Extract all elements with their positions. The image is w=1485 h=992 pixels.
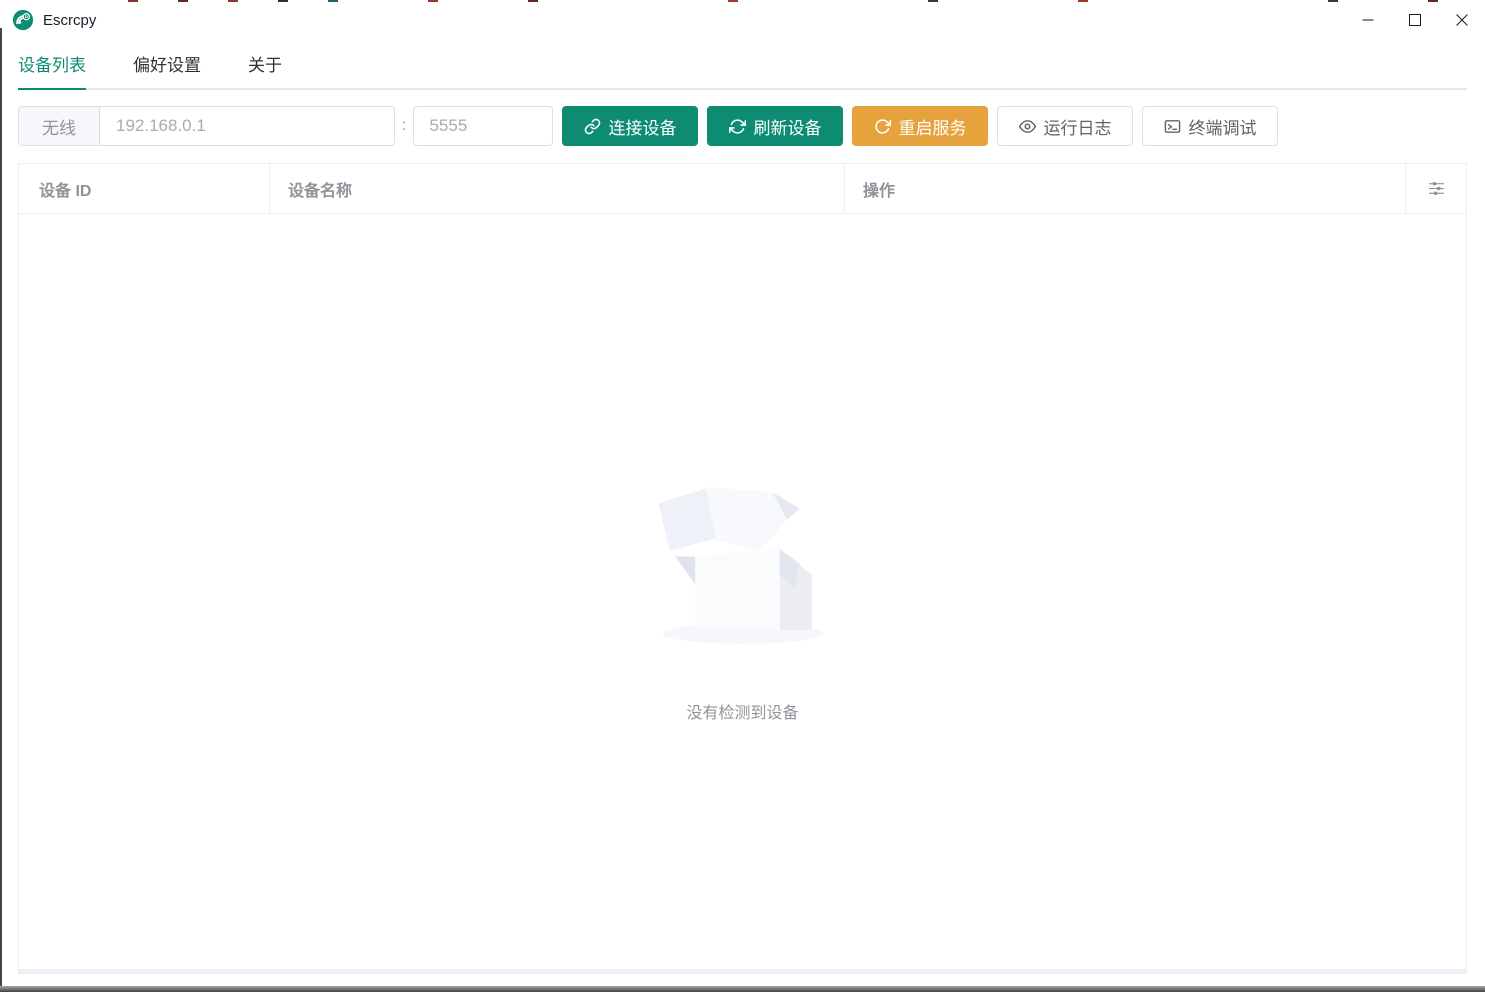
connect-device-label: 连接设备 (608, 114, 676, 139)
minimize-icon (1362, 14, 1374, 26)
device-table-header: 设备 ID 设备名称 操作 (19, 164, 1466, 214)
maximize-button[interactable] (1391, 0, 1438, 40)
address-input-group: 无线 (18, 106, 395, 146)
device-table: 设备 ID 设备名称 操作 (18, 163, 1467, 974)
column-header-device-id: 设备 ID (19, 164, 269, 213)
device-table-body: 没有检测到设备 (19, 214, 1466, 973)
tab-preferences[interactable]: 偏好设置 (133, 44, 201, 88)
maximize-icon (1409, 14, 1421, 26)
window-controls (1344, 0, 1485, 40)
refresh-devices-button[interactable]: 刷新设备 (707, 106, 843, 146)
sliders-icon (1428, 180, 1445, 197)
empty-box-illustration (642, 464, 844, 649)
column-header-device-name: 设备名称 (269, 164, 844, 213)
tab-about[interactable]: 关于 (248, 44, 282, 88)
restart-service-label: 重启服务 (898, 114, 966, 139)
terminal-icon (1164, 118, 1181, 135)
app-title: Escrcpy (43, 12, 96, 29)
connect-device-button[interactable]: 连接设备 (562, 106, 698, 146)
run-logs-button[interactable]: 运行日志 (997, 106, 1133, 146)
titlebar: Escrcpy (0, 0, 1485, 40)
host-address-input[interactable] (100, 107, 394, 145)
terminal-debug-label: 终端调试 (1188, 114, 1256, 139)
restart-icon (874, 118, 891, 135)
taskbar-sliver-bottom (0, 986, 1485, 992)
minimize-button[interactable] (1344, 0, 1391, 40)
connection-toolbar: 无线 : 连接设备 刷新设备 重启服务 运行日志 (18, 106, 1467, 146)
tab-device-list[interactable]: 设备列表 (18, 44, 86, 88)
link-icon (584, 118, 601, 135)
terminal-debug-button[interactable]: 终端调试 (1142, 106, 1278, 146)
app-logo-icon (12, 9, 34, 31)
column-header-actions: 操作 (844, 164, 1405, 213)
column-settings-button[interactable] (1405, 164, 1466, 213)
refresh-devices-label: 刷新设备 (753, 114, 821, 139)
port-input[interactable] (413, 106, 553, 146)
tab-bar: 设备列表 偏好设置 关于 (18, 44, 1467, 90)
background-sliver-top (0, 0, 1485, 2)
run-logs-label: 运行日志 (1043, 114, 1111, 139)
close-icon (1456, 14, 1468, 26)
close-button[interactable] (1438, 0, 1485, 40)
eye-icon (1019, 118, 1036, 135)
host-port-separator: : (402, 117, 406, 135)
restart-service-button[interactable]: 重启服务 (852, 106, 988, 146)
connection-mode-select[interactable]: 无线 (19, 107, 100, 145)
background-sliver-left (0, 28, 2, 988)
empty-state-text: 没有检测到设备 (686, 699, 798, 723)
refresh-icon (729, 118, 746, 135)
